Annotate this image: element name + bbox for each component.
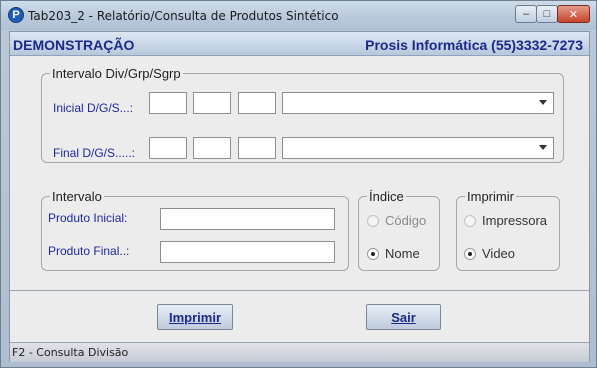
chevron-down-icon[interactable] (539, 100, 547, 105)
chevron-down-icon[interactable] (539, 145, 547, 150)
app-logo-icon: P (8, 7, 24, 23)
final-dgs-label: Final D/G/S.....: (53, 146, 136, 160)
produto-inicial-label: Produto Inicial: (48, 211, 128, 225)
inicial-dgs-combo[interactable] (282, 92, 554, 114)
indice-nome-radio[interactable]: Nome (367, 246, 420, 261)
inicial-dgs-label: Inicial D/G/S...: (53, 101, 134, 115)
intervalo-group: Intervalo Produto Inicial: Produto Final… (41, 189, 349, 271)
intervalo-div-group: Intervalo Div/Grp/Sgrp Inicial D/G/S...:… (41, 66, 564, 163)
window-title: Tab203_2 - Relatório/Consulta de Produto… (28, 9, 339, 23)
company-info: Prosis Informática (55)3332-7273 (365, 37, 583, 53)
demo-label: DEMONSTRAÇÃO (13, 37, 135, 53)
intervalo-div-title: Intervalo Div/Grp/Sgrp (50, 66, 183, 81)
imprimir-title: Imprimir (465, 189, 516, 204)
status-text: F2 - Consulta Divisão (12, 346, 129, 359)
impressora-label: Impressora (482, 213, 548, 228)
video-label: Video (482, 246, 516, 261)
inicial-grupo-input[interactable] (193, 92, 231, 114)
minimize-button[interactable]: ‒ (515, 5, 537, 23)
header-banner: DEMONSTRAÇÃO Prosis Informática (55)3332… (10, 32, 589, 56)
imprimir-group: Imprimir Impressora Video (456, 189, 560, 271)
indice-codigo-radio[interactable]: Código (367, 213, 426, 228)
indice-codigo-label: Código (385, 213, 427, 228)
intervalo-title: Intervalo (50, 189, 104, 204)
radio-checked-icon[interactable] (464, 247, 476, 260)
produto-final-input[interactable] (160, 241, 335, 263)
final-divisao-input[interactable] (149, 137, 187, 159)
inicial-subgrupo-input[interactable] (238, 92, 276, 114)
final-dgs-combo[interactable] (282, 137, 554, 159)
form-body: DEMONSTRAÇÃO Prosis Informática (55)3332… (9, 31, 590, 362)
radio-icon[interactable] (367, 214, 379, 227)
indice-title: Índice (367, 189, 406, 204)
radio-icon[interactable] (464, 214, 476, 227)
radio-checked-icon[interactable] (367, 247, 379, 260)
sair-button[interactable]: Sair (366, 304, 441, 330)
indice-group: Índice Código Nome (358, 189, 440, 271)
imprimir-button[interactable]: Imprimir (157, 304, 233, 330)
final-subgrupo-input[interactable] (238, 137, 276, 159)
produto-final-label: Produto Final..: (48, 244, 130, 258)
imprimir-video-radio[interactable]: Video (464, 246, 515, 261)
close-button[interactable]: ✕ (557, 5, 590, 23)
main-window: P Tab203_2 - Relatório/Consulta de Produ… (0, 0, 597, 368)
inicial-divisao-input[interactable] (149, 92, 187, 114)
divider (10, 290, 589, 291)
imprimir-impressora-radio[interactable]: Impressora (464, 213, 547, 228)
title-bar[interactable]: P Tab203_2 - Relatório/Consulta de Produ… (1, 1, 596, 30)
produto-inicial-input[interactable] (160, 208, 335, 230)
maximize-button[interactable]: □ (536, 5, 558, 23)
status-bar: F2 - Consulta Divisão (10, 342, 589, 362)
final-grupo-input[interactable] (193, 137, 231, 159)
indice-nome-label: Nome (385, 246, 420, 261)
